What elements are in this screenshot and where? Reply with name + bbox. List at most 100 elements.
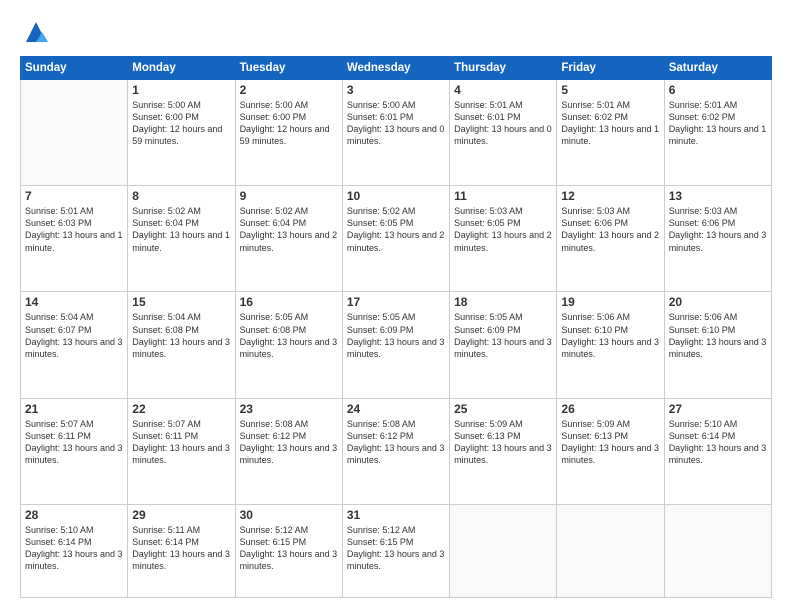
calendar-cell: 8Sunrise: 5:02 AMSunset: 6:04 PMDaylight…: [128, 186, 235, 292]
cell-details: Sunrise: 5:02 AMSunset: 6:05 PMDaylight:…: [347, 205, 445, 254]
day-header-monday: Monday: [128, 57, 235, 80]
day-number: 25: [454, 402, 552, 416]
day-number: 1: [132, 83, 230, 97]
day-number: 16: [240, 295, 338, 309]
day-number: 11: [454, 189, 552, 203]
cell-details: Sunrise: 5:05 AMSunset: 6:09 PMDaylight:…: [454, 311, 552, 360]
calendar-cell: 23 Sunrise: 5:08 AMSunset: 6:12 PMDayligh…: [235, 398, 342, 504]
calendar-cell: [450, 504, 557, 597]
cell-details: Sunrise: 5:09 AMSunset: 6:13 PMDaylight:…: [454, 418, 552, 467]
day-number: 3: [347, 83, 445, 97]
calendar-cell: 26Sunrise: 5:09 AMSunset: 6:13 PMDayligh…: [557, 398, 664, 504]
calendar-cell: [21, 80, 128, 186]
day-header-tuesday: Tuesday: [235, 57, 342, 80]
calendar-cell: 30Sunrise: 5:12 AMSunset: 6:15 PMDayligh…: [235, 504, 342, 597]
calendar-cell: 12 Sunrise: 5:03 AMSunset: 6:06 PMDayligh…: [557, 186, 664, 292]
day-number: 17: [347, 295, 445, 309]
calendar-cell: 21 Sunrise: 5:07 AMSunset: 6:11 PMDayligh…: [21, 398, 128, 504]
logo-icon: [22, 18, 50, 46]
cell-details: Sunrise: 5:07 AMSunset: 6:11 PMDaylight:…: [132, 418, 230, 467]
calendar-cell: 19Sunrise: 5:06 AMSunset: 6:10 PMDayligh…: [557, 292, 664, 398]
calendar-cell: 20Sunrise: 5:06 AMSunset: 6:10 PMDayligh…: [664, 292, 771, 398]
day-number: 10: [347, 189, 445, 203]
day-header-friday: Friday: [557, 57, 664, 80]
calendar-cell: 13Sunrise: 5:03 AMSunset: 6:06 PMDayligh…: [664, 186, 771, 292]
calendar-cell: 6 Sunrise: 5:01 AMSunset: 6:02 PMDaylight…: [664, 80, 771, 186]
cell-details: Sunrise: 5:10 AMSunset: 6:14 PMDaylight:…: [25, 524, 123, 573]
week-row-5: 28 Sunrise: 5:10 AMSunset: 6:14 PMDayligh…: [21, 504, 772, 597]
calendar-cell: 15Sunrise: 5:04 AMSunset: 6:08 PMDayligh…: [128, 292, 235, 398]
calendar-cell: 16 Sunrise: 5:05 AMSunset: 6:08 PMDayligh…: [235, 292, 342, 398]
calendar-cell: 7 Sunrise: 5:01 AMSunset: 6:03 PMDaylight…: [21, 186, 128, 292]
calendar-cell: 11 Sunrise: 5:03 AMSunset: 6:05 PMDayligh…: [450, 186, 557, 292]
cell-details: Sunrise: 5:02 AMSunset: 6:04 PMDaylight:…: [240, 205, 338, 254]
day-number: 22: [132, 402, 230, 416]
day-number: 27: [669, 402, 767, 416]
cell-details: Sunrise: 5:05 AMSunset: 6:09 PMDaylight:…: [347, 311, 445, 360]
cell-details: Sunrise: 5:01 AMSunset: 6:03 PMDaylight:…: [25, 205, 123, 254]
cell-details: Sunrise: 5:06 AMSunset: 6:10 PMDaylight:…: [669, 311, 767, 360]
day-number: 15: [132, 295, 230, 309]
calendar-cell: 24Sunrise: 5:08 AMSunset: 6:12 PMDayligh…: [342, 398, 449, 504]
logo: [20, 18, 50, 46]
day-number: 2: [240, 83, 338, 97]
day-number: 4: [454, 83, 552, 97]
week-row-3: 14Sunrise: 5:04 AMSunset: 6:07 PMDayligh…: [21, 292, 772, 398]
calendar-cell: 17 Sunrise: 5:05 AMSunset: 6:09 PMDayligh…: [342, 292, 449, 398]
calendar-cell: 27 Sunrise: 5:10 AMSunset: 6:14 PMDayligh…: [664, 398, 771, 504]
week-row-4: 21 Sunrise: 5:07 AMSunset: 6:11 PMDayligh…: [21, 398, 772, 504]
calendar-cell: 5Sunrise: 5:01 AMSunset: 6:02 PMDaylight…: [557, 80, 664, 186]
calendar-cell: 10 Sunrise: 5:02 AMSunset: 6:05 PMDayligh…: [342, 186, 449, 292]
cell-details: Sunrise: 5:01 AMSunset: 6:02 PMDaylight:…: [561, 99, 659, 148]
calendar-cell: 22 Sunrise: 5:07 AMSunset: 6:11 PMDayligh…: [128, 398, 235, 504]
day-number: 14: [25, 295, 123, 309]
calendar-cell: 18 Sunrise: 5:05 AMSunset: 6:09 PMDayligh…: [450, 292, 557, 398]
cell-details: Sunrise: 5:10 AMSunset: 6:14 PMDaylight:…: [669, 418, 767, 467]
cell-details: Sunrise: 5:03 AMSunset: 6:06 PMDaylight:…: [561, 205, 659, 254]
calendar-cell: [557, 504, 664, 597]
calendar-cell: 31 Sunrise: 5:12 AMSunset: 6:15 PMDayligh…: [342, 504, 449, 597]
calendar-cell: 28 Sunrise: 5:10 AMSunset: 6:14 PMDayligh…: [21, 504, 128, 597]
cell-details: Sunrise: 5:12 AMSunset: 6:15 PMDaylight:…: [240, 524, 338, 573]
cell-details: Sunrise: 5:07 AMSunset: 6:11 PMDaylight:…: [25, 418, 123, 467]
cell-details: Sunrise: 5:05 AMSunset: 6:08 PMDaylight:…: [240, 311, 338, 360]
calendar-cell: [664, 504, 771, 597]
day-number: 7: [25, 189, 123, 203]
day-number: 9: [240, 189, 338, 203]
day-number: 23: [240, 402, 338, 416]
cell-details: Sunrise: 5:00 AMSunset: 6:01 PMDaylight:…: [347, 99, 445, 148]
cell-details: Sunrise: 5:00 AMSunset: 6:00 PMDaylight:…: [240, 99, 338, 148]
day-number: 8: [132, 189, 230, 203]
cell-details: Sunrise: 5:03 AMSunset: 6:05 PMDaylight:…: [454, 205, 552, 254]
day-number: 6: [669, 83, 767, 97]
calendar-cell: 9 Sunrise: 5:02 AMSunset: 6:04 PMDaylight…: [235, 186, 342, 292]
day-number: 21: [25, 402, 123, 416]
cell-details: Sunrise: 5:12 AMSunset: 6:15 PMDaylight:…: [347, 524, 445, 573]
cell-details: Sunrise: 5:09 AMSunset: 6:13 PMDaylight:…: [561, 418, 659, 467]
cell-details: Sunrise: 5:01 AMSunset: 6:01 PMDaylight:…: [454, 99, 552, 148]
day-number: 24: [347, 402, 445, 416]
calendar-cell: 4 Sunrise: 5:01 AMSunset: 6:01 PMDaylight…: [450, 80, 557, 186]
cell-details: Sunrise: 5:00 AMSunset: 6:00 PMDaylight:…: [132, 99, 230, 148]
calendar-body: 1 Sunrise: 5:00 AMSunset: 6:00 PMDaylight…: [21, 80, 772, 598]
calendar-cell: 3 Sunrise: 5:00 AMSunset: 6:01 PMDaylight…: [342, 80, 449, 186]
calendar-cell: 1 Sunrise: 5:00 AMSunset: 6:00 PMDaylight…: [128, 80, 235, 186]
week-row-1: 1 Sunrise: 5:00 AMSunset: 6:00 PMDaylight…: [21, 80, 772, 186]
day-number: 12: [561, 189, 659, 203]
calendar-table: SundayMondayTuesdayWednesdayThursdayFrid…: [20, 56, 772, 598]
cell-details: Sunrise: 5:11 AMSunset: 6:14 PMDaylight:…: [132, 524, 230, 573]
day-number: 13: [669, 189, 767, 203]
day-number: 28: [25, 508, 123, 522]
calendar-cell: 25 Sunrise: 5:09 AMSunset: 6:13 PMDayligh…: [450, 398, 557, 504]
calendar-cell: 14Sunrise: 5:04 AMSunset: 6:07 PMDayligh…: [21, 292, 128, 398]
day-header-saturday: Saturday: [664, 57, 771, 80]
header: [20, 18, 772, 46]
calendar-cell: 2 Sunrise: 5:00 AMSunset: 6:00 PMDaylight…: [235, 80, 342, 186]
day-header-sunday: Sunday: [21, 57, 128, 80]
day-number: 18: [454, 295, 552, 309]
day-number: 31: [347, 508, 445, 522]
week-row-2: 7 Sunrise: 5:01 AMSunset: 6:03 PMDaylight…: [21, 186, 772, 292]
cell-details: Sunrise: 5:08 AMSunset: 6:12 PMDaylight:…: [240, 418, 338, 467]
cell-details: Sunrise: 5:01 AMSunset: 6:02 PMDaylight:…: [669, 99, 767, 148]
page: SundayMondayTuesdayWednesdayThursdayFrid…: [0, 0, 792, 612]
